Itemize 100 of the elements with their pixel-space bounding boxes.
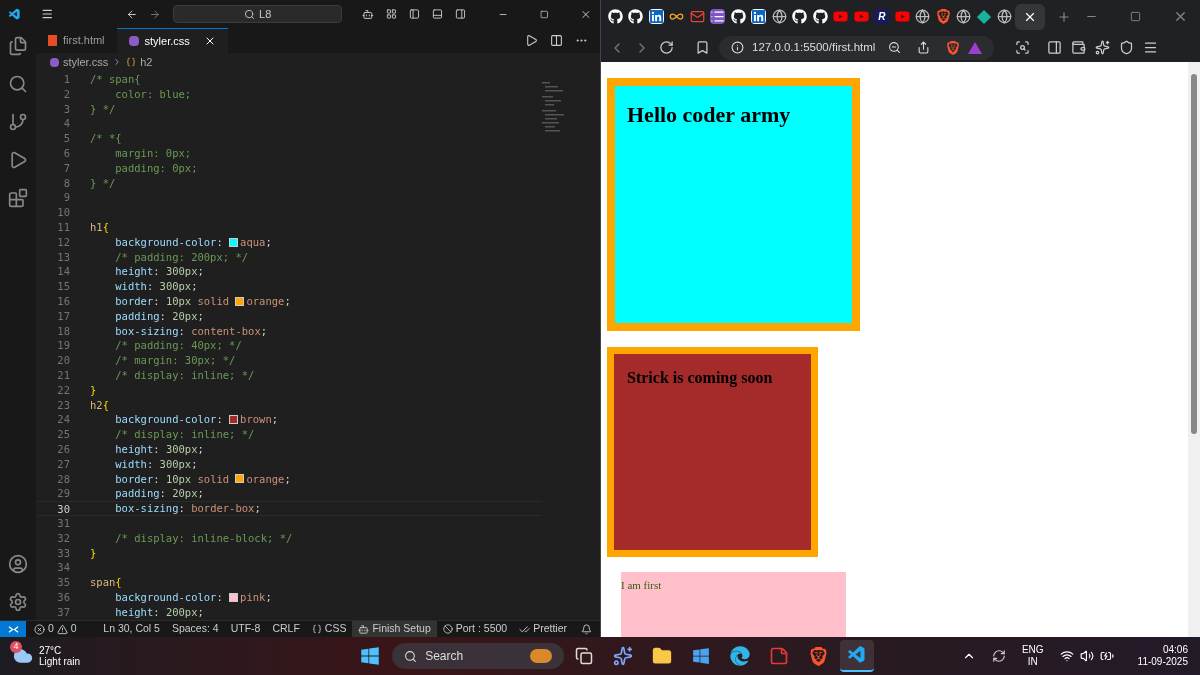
code-token: box-sizing	[114, 323, 179, 339]
code-token: background-color	[114, 589, 217, 605]
code-token: padding	[114, 486, 160, 502]
line-number: 3	[62, 101, 70, 117]
status-item[interactable]: Port : 5500	[436, 621, 514, 637]
status-item[interactable]: CSS	[305, 621, 353, 637]
status-item[interactable]: UTF-8	[224, 621, 267, 637]
code-token: :	[146, 279, 155, 294]
code-token: /* display: inline; */	[114, 427, 255, 442]
code-token: height	[114, 264, 154, 280]
code-token: ;	[197, 441, 204, 457]
code-token: } */	[90, 101, 116, 117]
line-number: 36	[56, 589, 70, 605]
line-number: 20	[56, 353, 70, 368]
line-number: 25	[56, 427, 70, 442]
weather-badge: 4	[10, 641, 22, 653]
code-token: box-sizing	[114, 501, 179, 516]
clock[interactable]: 04:06 11-09-2025	[1137, 644, 1188, 668]
code-token: orange	[246, 471, 285, 487]
editor-tab[interactable]: styler.css	[116, 28, 228, 53]
address-bar[interactable]: 127.0.0.1:5500/first.html	[719, 35, 994, 60]
code-token: 300px	[159, 279, 192, 294]
language-indicator[interactable]: ENG IN	[1021, 644, 1044, 668]
line-number: 32	[56, 530, 70, 546]
line-number: 2	[62, 86, 70, 102]
code-token: 20px	[172, 486, 198, 502]
breadcrumb[interactable]: styler.css	[63, 53, 109, 71]
line-number: 4	[62, 116, 70, 132]
code-token: width	[114, 279, 147, 294]
span-text: I am first	[621, 579, 662, 591]
line-number: 22	[56, 382, 70, 398]
code-token: ;	[254, 501, 261, 516]
line-number: 8	[62, 175, 70, 191]
line-number: 21	[56, 367, 70, 383]
code-token: :	[153, 471, 161, 487]
code-token: {	[102, 397, 109, 413]
search-field[interactable]: Search	[392, 643, 565, 669]
code-token: h1	[90, 219, 103, 235]
line-number: 17	[56, 308, 70, 324]
problems-indicator[interactable]: 0 0	[26, 621, 85, 637]
line-number: 26	[56, 441, 70, 457]
code-token: :	[153, 264, 161, 280]
code-token: ;	[191, 456, 198, 472]
line-number: 23	[56, 397, 70, 413]
code-token: ;	[265, 234, 272, 250]
code-token: solid	[196, 471, 231, 487]
code-token: h2	[90, 397, 103, 413]
line-number: 6	[62, 146, 70, 161]
line-number: 28	[56, 471, 70, 487]
code-token: pink	[240, 589, 266, 605]
status-item[interactable]: Spaces: 4	[165, 621, 225, 637]
code-token: 10px	[165, 293, 192, 309]
code-token: /* padding: 40px; */	[114, 338, 242, 354]
line-number: 7	[62, 160, 70, 176]
code-token: 20px	[172, 308, 198, 324]
code-token: ;	[197, 486, 204, 502]
browser-tab[interactable]: R	[871, 3, 892, 30]
line-number: 1	[62, 72, 70, 87]
line-number: 10	[56, 205, 70, 220]
line-number: 14	[56, 264, 70, 280]
code-token: border	[114, 471, 154, 487]
command-center[interactable]: L8	[173, 5, 343, 23]
code-token: 300px	[165, 264, 198, 280]
code-token: :	[216, 412, 224, 428]
line-number: 5	[62, 131, 70, 146]
code-token: :	[216, 589, 224, 605]
status-item[interactable]: CRLF	[266, 621, 306, 637]
code-token: /* margin: 30px; */	[114, 353, 236, 368]
code-token: aqua	[240, 234, 266, 250]
line-number: 31	[56, 515, 70, 531]
status-item[interactable]: Finish Setup	[352, 621, 437, 637]
code-token: :	[178, 323, 186, 339]
code-token: border	[114, 293, 154, 309]
code-token: ;	[260, 323, 268, 339]
line-number: 11	[56, 219, 70, 235]
weather-condition: Light rain	[39, 656, 81, 667]
code-token: {	[102, 219, 109, 235]
status-item[interactable]: Ln 30, Col 5	[97, 621, 166, 637]
editor-tab[interactable]: first.html	[36, 28, 117, 53]
line-number: 34	[56, 560, 70, 576]
code-token: ;	[197, 308, 204, 324]
temperature: 27°C	[39, 645, 63, 656]
line-number: 12	[56, 234, 70, 250]
code-token: width	[114, 456, 147, 472]
line-number: 13	[56, 249, 70, 265]
line-number: 19	[56, 338, 70, 354]
line-number: 16	[56, 293, 70, 309]
line-number: 29	[56, 486, 70, 502]
code-token: ;	[197, 264, 204, 280]
code-token: ;	[191, 279, 198, 294]
code-token: color: blue;	[114, 86, 192, 102]
code-token: :	[178, 501, 186, 516]
breadcrumb[interactable]: h2	[140, 53, 153, 71]
code-token: }	[90, 382, 97, 398]
code-token: :	[153, 441, 161, 457]
code-token: 10px	[165, 471, 192, 487]
code-token: 300px	[165, 441, 198, 457]
code-token: :	[216, 234, 224, 250]
code-token: :	[153, 293, 161, 309]
status-item[interactable]: Prettier	[513, 621, 573, 637]
